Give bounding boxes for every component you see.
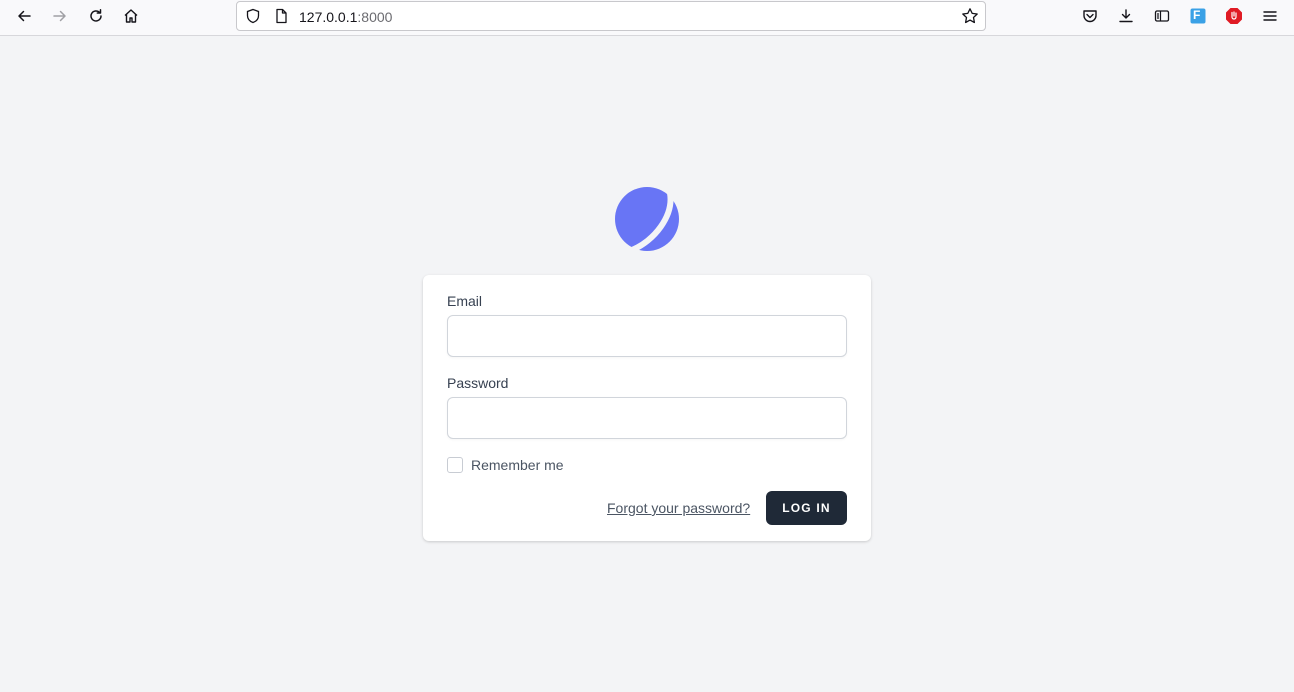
- app-logo: [614, 186, 680, 253]
- reader-view-icon[interactable]: [1148, 4, 1176, 28]
- email-label: Email: [447, 293, 483, 309]
- bookmark-star-icon[interactable]: [961, 7, 979, 30]
- extension-f-icon[interactable]: F: [1184, 4, 1212, 28]
- shield-icon[interactable]: [245, 8, 261, 29]
- url-host: 127.0.0.1: [299, 9, 358, 25]
- pocket-icon[interactable]: [1076, 4, 1104, 28]
- url-text[interactable]: 127.0.0.1:8000: [299, 9, 392, 25]
- extension-f-label: F: [1193, 8, 1201, 22]
- downloads-icon[interactable]: [1112, 4, 1140, 28]
- reload-icon[interactable]: [82, 4, 110, 28]
- browser-toolbar: 127.0.0.1:8000 F: [0, 0, 1294, 36]
- extension-red-icon[interactable]: [1220, 4, 1248, 28]
- forgot-password-link[interactable]: Forgot your password?: [607, 500, 750, 516]
- password-label: Password: [447, 375, 509, 391]
- menu-icon[interactable]: [1256, 4, 1284, 28]
- email-field[interactable]: [447, 315, 847, 357]
- forward-icon[interactable]: [46, 4, 74, 28]
- login-button[interactable]: LOG IN: [766, 491, 847, 525]
- remember-me-checkbox[interactable]: [447, 457, 463, 473]
- url-bar[interactable]: 127.0.0.1:8000: [236, 1, 986, 31]
- page-icon[interactable]: [273, 8, 289, 29]
- back-icon[interactable]: [10, 4, 38, 28]
- url-port: :8000: [357, 9, 393, 25]
- login-card: Email Password Remember me Forgot your p…: [423, 275, 871, 541]
- remember-me-label[interactable]: Remember me: [471, 457, 564, 473]
- home-icon[interactable]: [117, 4, 145, 28]
- remember-me: Remember me: [447, 457, 564, 473]
- password-field[interactable]: [447, 397, 847, 439]
